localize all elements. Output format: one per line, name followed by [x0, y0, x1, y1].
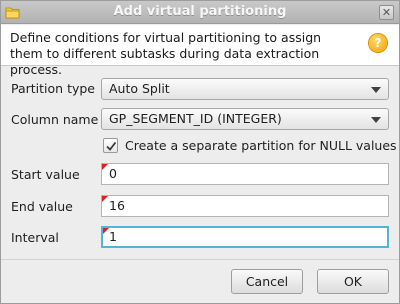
chevron-down-icon: [371, 87, 381, 93]
start-value-label: Start value: [11, 167, 80, 182]
end-value-text: 16: [109, 198, 125, 213]
description-panel: Define conditions for virtual partitioni…: [1, 25, 399, 77]
dialog-window: Add virtual partitioning ✕ Define condit…: [0, 0, 400, 304]
title-bar[interactable]: Add virtual partitioning ✕: [1, 1, 399, 24]
dialog-title: Add virtual partitioning: [113, 4, 287, 19]
required-marker-icon: [102, 196, 108, 202]
end-value-label: End value: [11, 199, 73, 214]
chevron-down-icon: [371, 117, 381, 123]
ok-button[interactable]: OK: [317, 269, 389, 294]
required-marker-icon: [102, 164, 108, 170]
description-text: Define conditions for virtual partitioni…: [10, 30, 322, 77]
column-name-select[interactable]: GP_SEGMENT_ID (INTEGER): [101, 108, 389, 130]
column-name-value: GP_SEGMENT_ID (INTEGER): [109, 111, 282, 126]
end-value-field[interactable]: 16: [101, 195, 389, 217]
close-icon[interactable]: ✕: [379, 5, 394, 20]
column-name-label: Column name: [11, 112, 99, 127]
checkmark-icon: [106, 141, 117, 151]
start-value-field[interactable]: 0: [101, 163, 389, 185]
interval-field[interactable]: 1: [101, 226, 389, 248]
cancel-button[interactable]: Cancel: [231, 269, 303, 294]
interval-text: 1: [109, 229, 117, 244]
required-marker-icon: [103, 228, 109, 234]
footer-divider: [1, 259, 399, 260]
help-icon[interactable]: ?: [369, 34, 387, 52]
null-partition-label: Create a separate partition for NULL val…: [125, 138, 397, 153]
null-partition-checkbox[interactable]: [103, 138, 118, 153]
partition-type-select[interactable]: Auto Split: [101, 78, 389, 100]
start-value-text: 0: [109, 166, 117, 181]
partition-type-value: Auto Split: [109, 81, 170, 96]
partition-type-label: Partition type: [11, 81, 95, 96]
interval-label: Interval: [11, 230, 59, 245]
